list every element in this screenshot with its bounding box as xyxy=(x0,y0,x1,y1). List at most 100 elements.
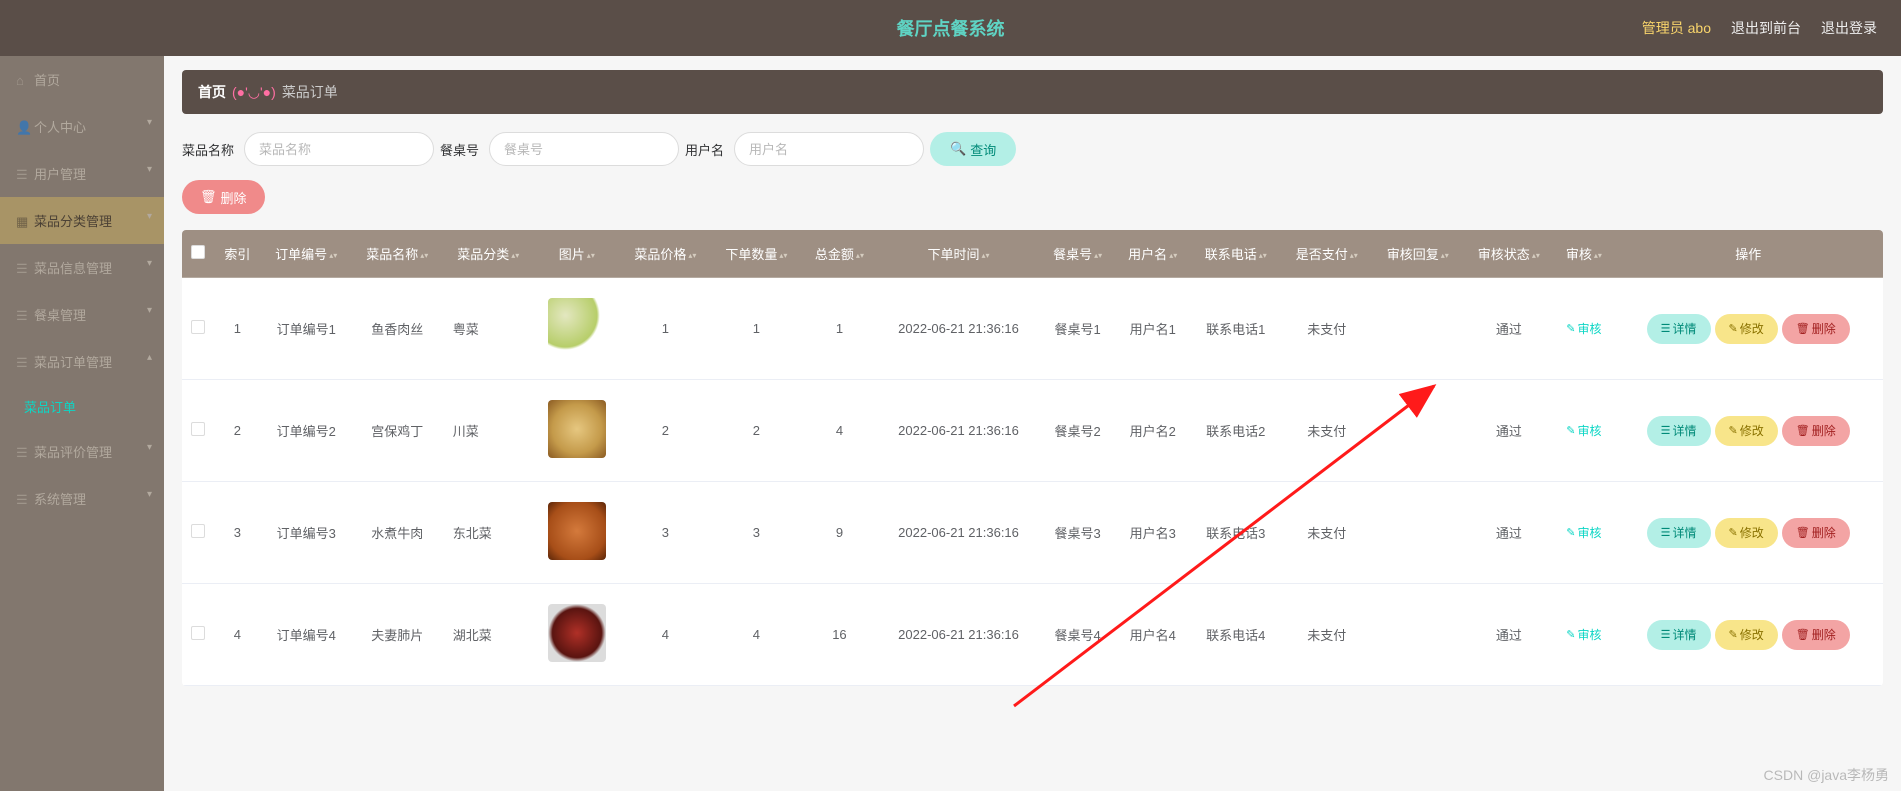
checkbox-all[interactable] xyxy=(191,245,205,259)
edit-icon: ✎ xyxy=(1566,322,1575,335)
search-user-input[interactable] xyxy=(734,132,924,166)
cell-dish-name: 夫妻肺片 xyxy=(352,584,443,686)
breadcrumb-home[interactable]: 首页 xyxy=(198,82,226,102)
breadcrumb-emoji: (●'◡'●) xyxy=(232,84,276,101)
cell-total: 16 xyxy=(802,584,877,686)
cell-order-no: 订单编号1 xyxy=(261,278,352,380)
col-dish-name[interactable]: 菜品名称▴▾ xyxy=(352,230,443,278)
col-image[interactable]: 图片▴▾ xyxy=(534,230,620,278)
sidebar-item-dish-mgmt[interactable]: ☰菜品信息管理▾ xyxy=(0,244,164,291)
audit-link[interactable]: ✎审核 xyxy=(1566,320,1601,337)
sidebar-sub-orders[interactable]: 菜品订单 xyxy=(0,385,164,428)
col-table-no[interactable]: 餐桌号▴▾ xyxy=(1040,230,1115,278)
sidebar-item-category-mgmt[interactable]: ▦菜品分类管理▾ xyxy=(0,197,164,244)
col-dish-cat[interactable]: 菜品分类▴▾ xyxy=(443,230,534,278)
cell-reply xyxy=(1372,380,1463,482)
audit-link[interactable]: ✎审核 xyxy=(1566,626,1601,643)
search-bar: 菜品名称 餐桌号 用户名 🔍查询 xyxy=(182,132,1883,166)
delete-button[interactable]: 🗑删除 xyxy=(1782,416,1850,446)
audit-link[interactable]: ✎审核 xyxy=(1566,524,1601,541)
row-checkbox[interactable] xyxy=(191,524,205,538)
chevron-down-icon: ▾ xyxy=(147,489,152,500)
cell-status: 通过 xyxy=(1463,584,1554,686)
cell-status: 通过 xyxy=(1463,278,1554,380)
cell-order-time: 2022-06-21 21:36:16 xyxy=(877,278,1040,380)
cell-order-no: 订单编号2 xyxy=(261,380,352,482)
col-status[interactable]: 审核状态▴▾ xyxy=(1463,230,1554,278)
col-phone[interactable]: 联系电话▴▾ xyxy=(1190,230,1281,278)
row-checkbox[interactable] xyxy=(191,626,205,640)
sidebar-item-home[interactable]: ⌂首页 xyxy=(0,56,164,103)
audit-link[interactable]: ✎审核 xyxy=(1566,422,1601,439)
sidebar-item-table-mgmt[interactable]: ☰餐桌管理▾ xyxy=(0,291,164,338)
sidebar-item-system-mgmt[interactable]: ☰系统管理▾ xyxy=(0,475,164,522)
cell-total: 9 xyxy=(802,482,877,584)
cell-paid: 未支付 xyxy=(1281,278,1372,380)
cell-index: 2 xyxy=(214,380,261,482)
dish-thumbnail[interactable] xyxy=(548,298,606,356)
col-audit[interactable]: 审核▴▾ xyxy=(1554,230,1613,278)
system-icon: ☰ xyxy=(16,492,30,508)
cell-phone: 联系电话2 xyxy=(1190,380,1281,482)
col-total[interactable]: 总金额▴▾ xyxy=(802,230,877,278)
dish-thumbnail[interactable] xyxy=(548,604,606,662)
search-user-label: 用户名 xyxy=(685,140,724,159)
search-name-input[interactable] xyxy=(244,132,434,166)
cell-dish-name: 水煮牛肉 xyxy=(352,482,443,584)
trash-icon: 🗑 xyxy=(1796,322,1810,335)
table-row: 3订单编号3水煮牛肉东北菜3392022-06-21 21:36:16餐桌号3用… xyxy=(182,482,1883,584)
edit-icon: ✎ xyxy=(1729,424,1738,437)
cell-paid: 未支付 xyxy=(1281,380,1372,482)
sidebar-item-user-mgmt[interactable]: ☰用户管理▾ xyxy=(0,150,164,197)
cell-order-time: 2022-06-21 21:36:16 xyxy=(877,380,1040,482)
search-button[interactable]: 🔍查询 xyxy=(930,132,1016,166)
cell-reply xyxy=(1372,278,1463,380)
sidebar-item-review-mgmt[interactable]: ☰菜品评价管理▾ xyxy=(0,428,164,475)
cell-dish-name: 宫保鸡丁 xyxy=(352,380,443,482)
col-user[interactable]: 用户名▴▾ xyxy=(1115,230,1190,278)
edit-button[interactable]: ✎修改 xyxy=(1715,314,1778,344)
dish-thumbnail[interactable] xyxy=(548,502,606,560)
row-checkbox[interactable] xyxy=(191,422,205,436)
chevron-down-icon: ▾ xyxy=(147,442,152,453)
bulk-delete-button[interactable]: 🗑删除 xyxy=(182,180,265,214)
edit-button[interactable]: ✎修改 xyxy=(1715,620,1778,650)
sort-icon: ▴▾ xyxy=(511,252,519,260)
cell-paid: 未支付 xyxy=(1281,584,1372,686)
col-reply[interactable]: 审核回复▴▾ xyxy=(1372,230,1463,278)
detail-button[interactable]: ☰详情 xyxy=(1647,314,1711,344)
edit-button[interactable]: ✎修改 xyxy=(1715,416,1778,446)
delete-button[interactable]: 🗑删除 xyxy=(1782,518,1850,548)
cell-price: 1 xyxy=(620,278,711,380)
trash-icon: 🗑 xyxy=(1796,628,1810,641)
detail-button[interactable]: ☰详情 xyxy=(1647,518,1711,548)
delete-button[interactable]: 🗑删除 xyxy=(1782,620,1850,650)
sort-icon: ▴▾ xyxy=(1094,252,1102,260)
col-order-no[interactable]: 订单编号▴▾ xyxy=(261,230,352,278)
cell-price: 2 xyxy=(620,380,711,482)
logout-link[interactable]: 退出登录 xyxy=(1821,18,1877,38)
detail-button[interactable]: ☰详情 xyxy=(1647,416,1711,446)
to-front-link[interactable]: 退出到前台 xyxy=(1731,18,1801,38)
dish-thumbnail[interactable] xyxy=(548,400,606,458)
detail-button[interactable]: ☰详情 xyxy=(1647,620,1711,650)
edit-icon: ✎ xyxy=(1566,526,1575,539)
cell-user: 用户名4 xyxy=(1115,584,1190,686)
col-qty[interactable]: 下单数量▴▾ xyxy=(711,230,802,278)
admin-label[interactable]: 管理员 abo xyxy=(1642,18,1711,38)
search-table-input[interactable] xyxy=(489,132,679,166)
cell-order-no: 订单编号4 xyxy=(261,584,352,686)
delete-button[interactable]: 🗑删除 xyxy=(1782,314,1850,344)
cell-user: 用户名1 xyxy=(1115,278,1190,380)
col-paid[interactable]: 是否支付▴▾ xyxy=(1281,230,1372,278)
row-checkbox[interactable] xyxy=(191,320,205,334)
trash-icon: 🗑 xyxy=(1796,424,1810,437)
cell-qty: 2 xyxy=(711,380,802,482)
col-price[interactable]: 菜品价格▴▾ xyxy=(620,230,711,278)
top-actions: 管理员 abo 退出到前台 退出登录 xyxy=(1642,18,1877,38)
sidebar-item-order-mgmt[interactable]: ☰菜品订单管理▴ xyxy=(0,338,164,385)
sidebar-item-profile[interactable]: 👤个人中心▾ xyxy=(0,103,164,150)
edit-button[interactable]: ✎修改 xyxy=(1715,518,1778,548)
category-icon: ▦ xyxy=(16,214,30,230)
col-order-time[interactable]: 下单时间▴▾ xyxy=(877,230,1040,278)
